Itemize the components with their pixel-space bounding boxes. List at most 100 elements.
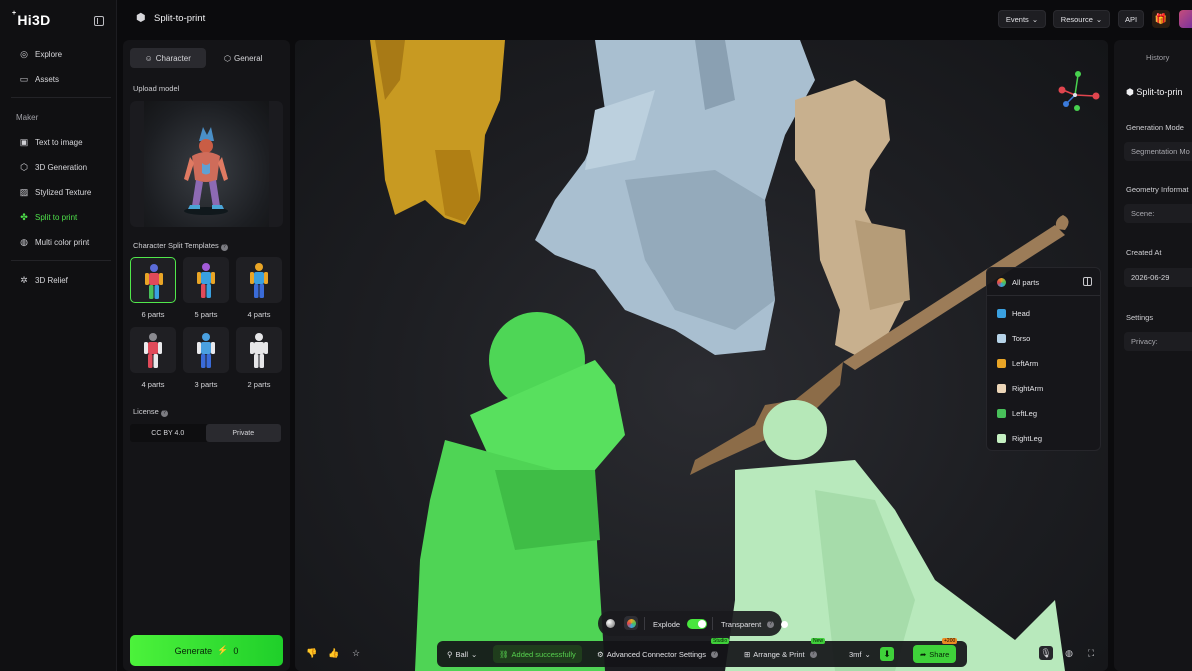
- help-icon[interactable]: ?: [710, 650, 718, 658]
- 3d-viewport[interactable]: All parts Head Torso LeftArm RightArm LeftLe…: [295, 40, 1108, 671]
- generation-mode-value: Segmentation Mo: [1124, 142, 1192, 161]
- explode-label: Explode: [653, 619, 681, 629]
- figure-thumbnail: [145, 264, 163, 299]
- model-thumbnail: [144, 101, 269, 227]
- figure-thumbnail: [144, 333, 162, 368]
- panel-toggle-icon[interactable]: [1083, 277, 1092, 286]
- compass-icon: ◎: [20, 48, 28, 59]
- license-option-label: Private: [232, 429, 255, 437]
- sidebar-collapse-icon[interactable]: [94, 16, 104, 26]
- format-select[interactable]: 3mf ⌄: [849, 647, 871, 661]
- avatar[interactable]: [1179, 10, 1192, 28]
- part-item[interactable]: Torso: [997, 331, 1030, 345]
- share-icon: ➦: [920, 649, 927, 659]
- nav-item-label: Assets: [35, 74, 60, 84]
- template-card[interactable]: [130, 327, 176, 373]
- all-parts-label: All parts: [1012, 277, 1040, 287]
- help-icon[interactable]: ?: [160, 410, 168, 417]
- tab-character[interactable]: ☺ Character: [130, 48, 206, 68]
- format-label: 3mf: [849, 649, 862, 659]
- settings-panel: ☺ Character ⬡ General Upload model Charact…: [123, 40, 290, 671]
- nav-item-assets[interactable]: ▭ Assets: [11, 69, 111, 89]
- nav-item-explore[interactable]: ◎ Explore: [11, 44, 111, 64]
- transparent-switch[interactable]: [781, 620, 789, 628]
- resource-button[interactable]: Resource ⌄: [1053, 10, 1110, 28]
- transparent-toggle[interactable]: Transparent ?: [721, 617, 789, 631]
- view-controls: Explode Transparent ?: [598, 611, 789, 636]
- nav-item-stylized-texture[interactable]: ▨ Stylized Texture: [11, 182, 111, 202]
- tab-history[interactable]: History: [1146, 53, 1169, 62]
- arrange-print-label: Arrange & Print: [753, 649, 805, 659]
- figure-thumbnail: [250, 263, 268, 298]
- template-label: 2 parts: [247, 380, 271, 389]
- part-item[interactable]: LeftArm: [997, 356, 1038, 370]
- nav-item-label: Stylized Texture: [35, 187, 92, 197]
- added-status-badge: ⛓ Added successfully: [493, 645, 582, 663]
- thumbs-up-icon[interactable]: 👍: [327, 646, 341, 660]
- chevron-down-icon: ⌄: [1095, 14, 1103, 24]
- generate-button[interactable]: Generate ⚡ 0: [130, 635, 283, 666]
- share-label: Share: [929, 649, 950, 659]
- license-option-cc-by[interactable]: CC BY 4.0: [130, 424, 206, 442]
- tab-label: General: [234, 53, 263, 63]
- nav-item-multi-color-print[interactable]: ◍ Multi color print: [11, 232, 111, 252]
- arrange-print-button[interactable]: ⊞ Arrange & Print ?: [744, 647, 817, 661]
- page-title: Split-to-print: [154, 13, 206, 24]
- history-panel: History ⬢ Split-to-prin Generation Mode …: [1114, 40, 1192, 671]
- part-label: Head: [1012, 308, 1030, 318]
- logo[interactable]: +Hi3D: [12, 10, 51, 28]
- nav-item-split-to-print[interactable]: ✤ Split to print: [11, 207, 111, 227]
- nav-item-3d-generation[interactable]: ⬡ 3D Generation: [11, 157, 111, 177]
- texture-icon: ▨: [19, 186, 29, 197]
- part-item[interactable]: LeftLeg: [997, 406, 1037, 420]
- help-icon[interactable]: ?: [220, 244, 228, 251]
- left-nav: +Hi3D ◎ Explore ▭ Assets Maker ▣ Text to im…: [0, 0, 117, 671]
- character-icon: ☺: [144, 53, 153, 63]
- fullscreen-icon[interactable]: ⛶: [1084, 646, 1098, 660]
- studio-badge: Studio: [711, 638, 730, 644]
- color-wheel-icon[interactable]: [624, 616, 638, 630]
- template-card[interactable]: [183, 327, 229, 373]
- link-icon: ⛓: [499, 649, 509, 659]
- explode-toggle[interactable]: Explode: [653, 617, 708, 631]
- globe-icon[interactable]: ◍: [1062, 646, 1076, 660]
- gift-icon[interactable]: 🎁: [1152, 10, 1170, 28]
- template-card[interactable]: [236, 327, 282, 373]
- license-option-private[interactable]: Private: [205, 424, 281, 442]
- template-card[interactable]: [130, 257, 176, 303]
- puzzle-icon: ✤: [20, 211, 28, 222]
- nav-item-text-to-image[interactable]: ▣ Text to image: [11, 132, 111, 152]
- material-sphere-icon[interactable]: [603, 616, 617, 630]
- bottom-toolbar: ⚲ Ball ⌄ ⛓ Added successfully ⚙ Advanced…: [437, 638, 967, 667]
- thumbs-down-icon[interactable]: 👎: [305, 646, 319, 660]
- scene-value: Scene:: [1124, 204, 1192, 223]
- part-item[interactable]: RightLeg: [997, 431, 1042, 445]
- star-icon[interactable]: ☆: [349, 646, 363, 660]
- help-icon[interactable]: ?: [767, 620, 775, 628]
- created-at-label: Created At: [1126, 248, 1162, 257]
- upload-dropzone[interactable]: [130, 101, 283, 227]
- multicolor-icon: [997, 277, 1006, 287]
- part-item[interactable]: Head: [997, 306, 1030, 320]
- divider: [11, 260, 111, 261]
- advanced-connector-button[interactable]: ⚙ Advanced Connector Settings ?: [597, 647, 718, 661]
- help-icon[interactable]: ?: [809, 650, 817, 658]
- connector-type-select[interactable]: ⚲ Ball ⌄: [447, 647, 477, 661]
- nav-item-3d-relief[interactable]: ✲ 3D Relief: [11, 270, 111, 290]
- download-icon[interactable]: ⬇: [880, 647, 894, 661]
- part-item[interactable]: RightArm: [997, 381, 1043, 395]
- explode-switch[interactable]: [687, 619, 708, 629]
- image-icon: ▣: [19, 136, 29, 147]
- template-card[interactable]: [183, 257, 229, 303]
- nav-item-label: Split to print: [35, 212, 78, 222]
- axis-gizmo[interactable]: [1058, 71, 1100, 111]
- api-button[interactable]: API: [1118, 10, 1144, 28]
- share-button[interactable]: ➦ Share: [913, 645, 957, 663]
- all-parts-item[interactable]: All parts: [997, 275, 1039, 289]
- part-color-swatch: [997, 383, 1006, 393]
- generate-cost: 0: [233, 645, 239, 656]
- events-button[interactable]: Events ⌄: [998, 10, 1046, 28]
- template-card[interactable]: [236, 257, 282, 303]
- tab-general[interactable]: ⬡ General: [206, 48, 282, 68]
- microphone-icon[interactable]: 🎙: [1039, 646, 1053, 660]
